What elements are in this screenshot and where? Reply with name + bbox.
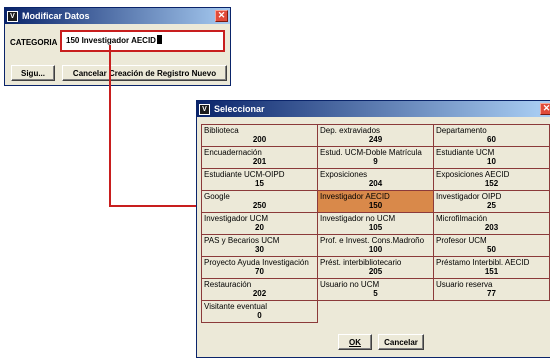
dialog-title: Modificar Datos <box>22 11 90 21</box>
cancelar-button[interactable]: Cancelar <box>378 334 424 350</box>
category-name: Estud. UCM-Doble Matrícula <box>320 148 422 157</box>
category-code: 25 <box>487 201 496 210</box>
category-option[interactable]: Proyecto Ayuda Investigación 70 <box>201 256 318 279</box>
category-option[interactable]: Profesor UCM 50 <box>433 234 550 257</box>
ok-button[interactable]: OK <box>338 334 372 350</box>
category-code: 204 <box>368 179 383 188</box>
category-option[interactable]: Visitante eventual 0 <box>201 300 318 323</box>
category-code: 5 <box>373 289 378 298</box>
category-option[interactable]: Biblioteca 200 <box>201 124 318 147</box>
category-option[interactable]: Usuario reserva 77 <box>433 278 550 301</box>
category-name: Dep. extraviados <box>320 126 381 135</box>
category-code: 100 <box>368 245 383 254</box>
category-option[interactable]: Prof. e Invest. Cons.Madroño 100 <box>317 234 434 257</box>
siguiente-button[interactable]: Sigu... <box>11 65 55 81</box>
category-name: Estudiante UCM-OIPD <box>204 170 285 179</box>
cancel-creation-button[interactable]: Cancelar Creación de Registro Nuevo <box>62 65 227 81</box>
category-code: 249 <box>368 135 383 144</box>
text-cursor <box>156 35 162 44</box>
category-name: Visitante eventual <box>204 302 268 311</box>
category-code: 0 <box>257 311 262 320</box>
category-name: Investigador UCM <box>204 214 269 223</box>
category-code: 250 <box>252 201 267 210</box>
category-option[interactable]: Estudiante UCM-OIPD 15 <box>201 168 318 191</box>
category-code: 150 <box>368 201 383 210</box>
category-code: 152 <box>484 179 499 188</box>
close-icon[interactable]: ✕ <box>215 10 228 22</box>
category-name: Prést. interbibliotecario <box>320 258 402 267</box>
categoria-label: CATEGORIA <box>10 38 58 47</box>
category-name: Préstamo Interbibl. AECID <box>436 258 530 267</box>
category-code: 20 <box>255 223 264 232</box>
category-name: Investigador OIPD <box>436 192 502 201</box>
category-code: 202 <box>252 289 267 298</box>
app-icon: V <box>7 10 18 22</box>
category-code: 205 <box>368 267 383 276</box>
category-code: 60 <box>487 135 496 144</box>
category-grid: Biblioteca 200 Dep. extraviados 249 Departam… <box>201 124 550 323</box>
category-name: Investigador AECID <box>320 192 390 201</box>
category-option[interactable]: Microfilmación 203 <box>433 212 550 235</box>
category-name: Proyecto Ayuda Investigación <box>204 258 309 267</box>
app-icon: V <box>199 103 210 115</box>
category-option[interactable]: Encuadernación 201 <box>201 146 318 169</box>
category-code: 203 <box>484 223 499 232</box>
category-option[interactable]: Dep. extraviados 249 <box>317 124 434 147</box>
category-option[interactable]: Departamento 60 <box>433 124 550 147</box>
modificar-datos-dialog: V Modificar Datos ✕ CATEGORIA 150 Invest… <box>4 7 231 86</box>
category-code: 201 <box>252 157 267 166</box>
category-name: Encuadernación <box>204 148 262 157</box>
category-name: Estudiante UCM <box>436 148 495 157</box>
seleccionar-titlebar[interactable]: V Seleccionar ✕ <box>197 101 550 117</box>
category-name: PAS y Becarios UCM <box>204 236 280 245</box>
category-name: Usuario no UCM <box>320 280 380 289</box>
category-option[interactable]: Prést. interbibliotecario 205 <box>317 256 434 279</box>
category-option[interactable]: Exposiciones 204 <box>317 168 434 191</box>
connector-line-vertical <box>109 45 111 207</box>
category-option[interactable]: Estudiante UCM 10 <box>433 146 550 169</box>
category-name: Usuario reserva <box>436 280 493 289</box>
category-code: 50 <box>487 245 496 254</box>
category-code: 77 <box>487 289 496 298</box>
close-icon[interactable]: ✕ <box>540 103 550 115</box>
category-option[interactable]: Google 250 <box>201 190 318 213</box>
seleccionar-dialog: V Seleccionar ✕ Biblioteca 200 Dep. extrav… <box>196 100 550 358</box>
category-option[interactable]: Investigador OIPD 25 <box>433 190 550 213</box>
category-option[interactable]: Préstamo Interbibl. AECID 151 <box>433 256 550 279</box>
category-option[interactable]: Investigador no UCM 105 <box>317 212 434 235</box>
category-code: 105 <box>368 223 383 232</box>
category-code: 10 <box>487 157 496 166</box>
category-option[interactable]: Estud. UCM-Doble Matrícula 9 <box>317 146 434 169</box>
categoria-value: 150 Investigador AECID <box>66 36 156 45</box>
category-name: Exposiciones <box>320 170 368 179</box>
category-name: Microfilmación <box>436 214 488 223</box>
category-code: 30 <box>255 245 264 254</box>
category-option[interactable]: Usuario no UCM 5 <box>317 278 434 301</box>
category-name: Google <box>204 192 230 201</box>
modificar-datos-titlebar[interactable]: V Modificar Datos ✕ <box>5 8 230 24</box>
category-option[interactable]: Exposiciones AECID 152 <box>433 168 550 191</box>
category-name: Investigador no UCM <box>320 214 396 223</box>
category-code: 200 <box>252 135 267 144</box>
category-option[interactable]: PAS y Becarios UCM 30 <box>201 234 318 257</box>
category-code: 70 <box>255 267 264 276</box>
category-option[interactable]: Investigador AECID 150 <box>317 190 434 213</box>
dialog-title: Seleccionar <box>214 104 265 114</box>
ok-label: OK <box>349 337 361 347</box>
category-code: 15 <box>255 179 264 188</box>
category-name: Departamento <box>436 126 487 135</box>
category-option[interactable]: Restauración 202 <box>201 278 318 301</box>
category-name: Restauración <box>204 280 252 289</box>
category-name: Exposiciones AECID <box>436 170 510 179</box>
category-name: Prof. e Invest. Cons.Madroño <box>320 236 425 245</box>
category-name: Biblioteca <box>204 126 239 135</box>
category-name: Profesor UCM <box>436 236 487 245</box>
category-code: 9 <box>373 157 378 166</box>
category-option[interactable]: Investigador UCM 20 <box>201 212 318 235</box>
categoria-field[interactable]: 150 Investigador AECID <box>60 30 225 52</box>
category-code: 151 <box>484 267 499 276</box>
